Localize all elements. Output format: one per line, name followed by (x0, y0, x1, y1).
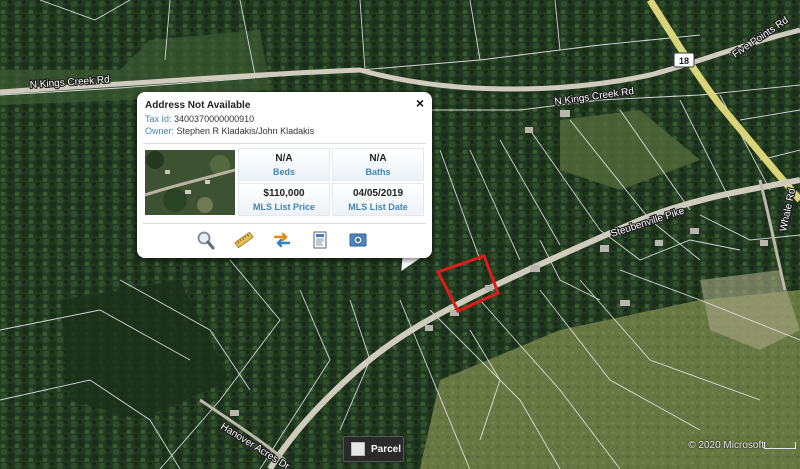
divider (143, 223, 426, 224)
photo-icon[interactable] (347, 229, 369, 251)
owner-value: Stephen R Kladakis/John Kladakis (176, 126, 315, 136)
map-copyright: © 2020 Microsoft (688, 440, 764, 451)
aerial-thumbnail-image (145, 150, 235, 215)
list-price-label: MLS List Price (252, 201, 315, 212)
zoom-icon[interactable] (195, 229, 217, 251)
beds-cell: N/A Beds (238, 148, 330, 181)
tax-id-value: 3400370000000910 (174, 114, 255, 124)
divider (143, 143, 426, 144)
tax-id-row: Tax Id: 3400370000000910 (145, 114, 254, 124)
parcel-button-label: Parcel (371, 443, 402, 455)
baths-value: N/A (369, 152, 387, 164)
list-date-label: MLS List Date (348, 201, 408, 212)
baths-label: Baths (365, 166, 391, 177)
property-popup: Address Not Available × Tax Id: 34003700… (137, 92, 432, 258)
popup-title: Address Not Available (145, 100, 251, 111)
scale-bar (764, 442, 796, 449)
list-date-value: 04/05/2019 (352, 187, 404, 199)
report-icon[interactable] (309, 229, 331, 251)
list-price-cell: $110,000 MLS List Price (238, 183, 330, 216)
owner-label: Owner: (145, 126, 175, 136)
tax-id-label: Tax Id: (145, 114, 172, 124)
popup-toolbar (195, 229, 369, 251)
list-date-cell: 04/05/2019 MLS List Date (332, 183, 424, 216)
swap-icon[interactable] (271, 229, 293, 251)
list-price-value: $110,000 (263, 187, 305, 199)
parcel-toggle-button[interactable]: Parcel (343, 436, 404, 462)
baths-cell: N/A Baths (332, 148, 424, 181)
parcel-swatch-icon (351, 442, 365, 456)
route-shield-number: 18 (679, 56, 689, 66)
owner-row: Owner: Stephen R Kladakis/John Kladakis (145, 126, 314, 136)
property-stats: N/A Beds N/A Baths $110,000 MLS List Pri… (238, 148, 424, 216)
beds-value: N/A (275, 152, 293, 164)
ruler-icon[interactable] (233, 229, 255, 251)
beds-label: Beds (272, 166, 295, 177)
close-icon[interactable]: × (416, 96, 424, 110)
property-thumbnail[interactable] (145, 150, 235, 215)
